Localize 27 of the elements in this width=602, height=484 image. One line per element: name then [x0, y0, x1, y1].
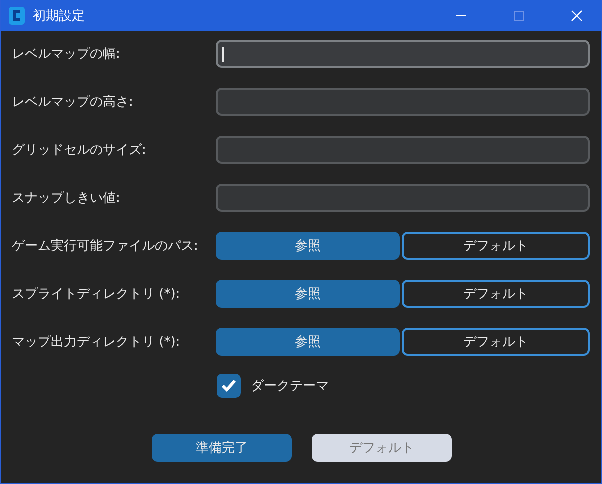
- text-cursor: [222, 46, 224, 62]
- checkbox-label: ダークテーマ: [251, 378, 329, 395]
- field-label: スナップしきい値:: [12, 190, 122, 207]
- default-button[interactable]: デフォルト: [402, 232, 590, 260]
- browse-button[interactable]: 参照: [216, 232, 400, 260]
- field-label: ゲーム実行可能ファイルのパス:: [12, 238, 200, 255]
- default-button[interactable]: デフォルト: [402, 280, 590, 308]
- input-field[interactable]: [216, 136, 590, 164]
- input-field[interactable]: [216, 184, 590, 212]
- app-icon: [9, 6, 25, 24]
- field-label: レベルマップの幅:: [12, 46, 122, 63]
- default-button[interactable]: デフォルト: [312, 434, 452, 462]
- input-field[interactable]: [216, 88, 590, 116]
- field-label: スプライトディレクトリ (*):: [12, 286, 182, 303]
- field-label: マップ出力ディレクトリ (*):: [12, 334, 182, 351]
- field-label: グリッドセルのサイズ:: [12, 142, 148, 159]
- browse-button[interactable]: 参照: [216, 280, 400, 308]
- check-icon: [221, 379, 237, 393]
- maximize-icon[interactable]: [513, 10, 525, 22]
- window-title: 初期設定: [33, 8, 86, 24]
- default-button[interactable]: デフォルト: [402, 328, 590, 356]
- close-icon[interactable]: [571, 10, 583, 22]
- checkbox[interactable]: [217, 374, 241, 398]
- ready-button[interactable]: 準備完了: [152, 434, 292, 462]
- field-label: レベルマップの高さ:: [12, 94, 134, 111]
- input-field[interactable]: [216, 40, 590, 68]
- browse-button[interactable]: 参照: [216, 328, 400, 356]
